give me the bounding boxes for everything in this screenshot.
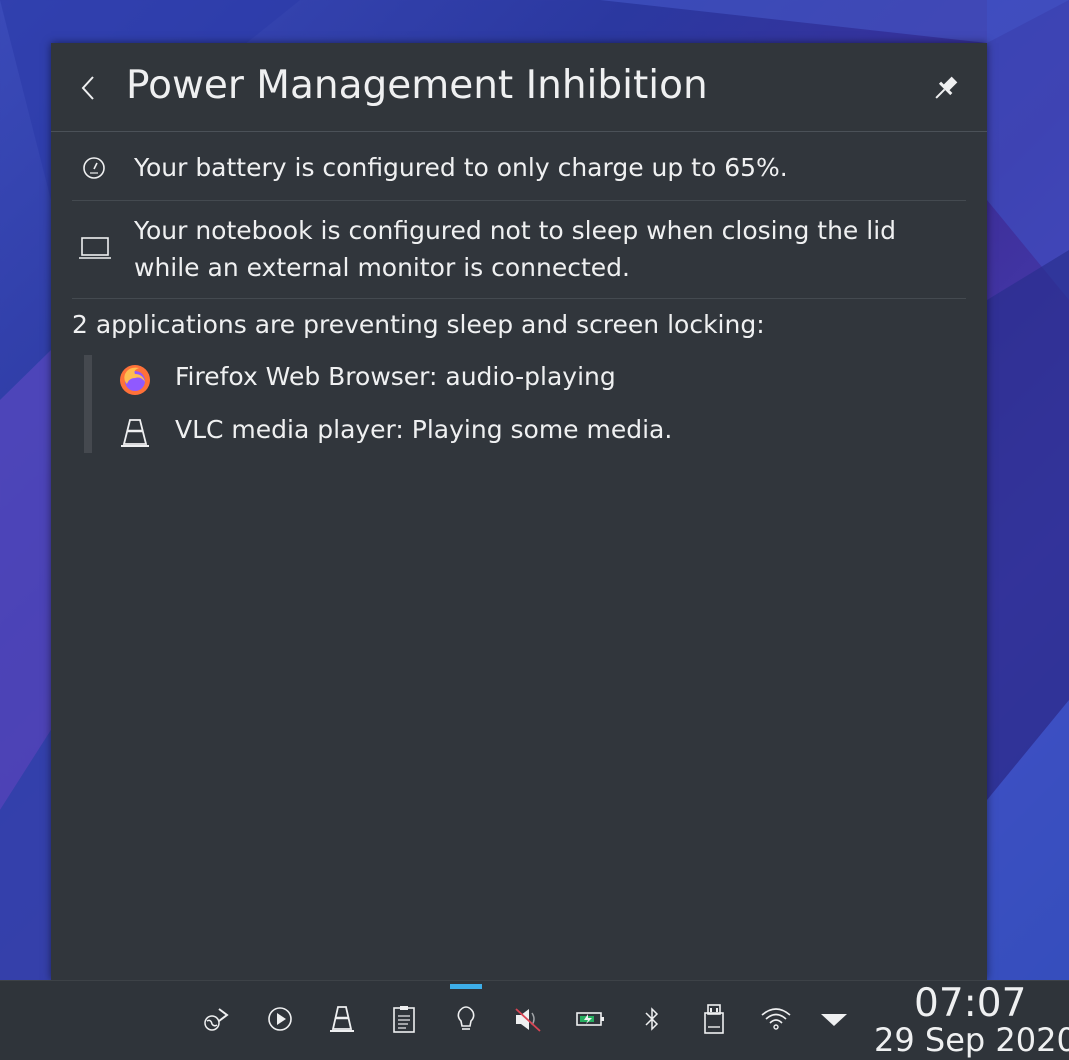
battery-tray[interactable] — [570, 999, 610, 1039]
laptop-icon — [79, 237, 111, 259]
app-label: VLC media player: Playing some media. — [175, 415, 673, 444]
device-notifier-tray[interactable] — [694, 999, 734, 1039]
clock-date[interactable]: 29 Sep 2020 — [874, 1021, 1069, 1059]
lid-closing-notice: Your notebook is configured not to sleep… — [72, 201, 966, 299]
lightbulb-icon — [457, 1006, 475, 1030]
battery-charge-text: Your battery is configured to only charg… — [134, 153, 788, 182]
volume-muted-icon — [515, 1008, 541, 1032]
list-item: Firefox Web Browser: audio-playing — [119, 360, 919, 400]
bluetooth-tray[interactable] — [632, 999, 672, 1039]
pin-icon — [935, 76, 958, 99]
list-item: VLC media player: Playing some media. — [119, 413, 919, 453]
volume-tray[interactable] — [508, 999, 548, 1039]
power-inhibition-popup: Power Management Inhibition Your battery… — [51, 43, 987, 980]
bluetooth-icon — [645, 1007, 659, 1031]
kde-connect-tray[interactable] — [197, 999, 237, 1039]
apps-list-indicator — [84, 355, 92, 453]
inhibiting-apps-heading: 2 applications are preventing sleep and … — [72, 310, 765, 339]
chevron-left-icon — [81, 76, 94, 100]
taskbar: 07:07 29 Sep 2020 — [0, 980, 1069, 1060]
network-tray[interactable] — [756, 999, 796, 1039]
active-indicator — [450, 984, 482, 989]
vlc-tray[interactable] — [322, 999, 362, 1039]
firefox-icon — [120, 365, 150, 395]
back-button[interactable] — [75, 71, 103, 105]
kde-connect-icon — [204, 1008, 229, 1031]
wifi-icon — [761, 1008, 791, 1030]
popup-header: Power Management Inhibition — [51, 43, 987, 132]
media-player-icon — [268, 1007, 292, 1031]
lid-closing-text: Your notebook is configured not to sleep… — [134, 216, 897, 282]
vlc-cone-icon — [121, 419, 149, 447]
expand-arrow-icon — [821, 1014, 847, 1026]
removable-device-icon — [704, 1004, 724, 1034]
clipboard-tray[interactable] — [384, 999, 424, 1039]
gauge-icon — [83, 157, 105, 179]
app-label: Firefox Web Browser: audio-playing — [175, 362, 616, 391]
battery-charge-notice: Your battery is configured to only charg… — [72, 135, 966, 201]
popup-title: Power Management Inhibition — [126, 63, 708, 108]
clipboard-icon — [393, 1006, 415, 1033]
clock-time[interactable]: 07:07 — [914, 981, 1026, 1026]
power-inhibition-tray[interactable] — [446, 999, 486, 1039]
vlc-cone-icon — [330, 1006, 354, 1032]
media-player-tray[interactable] — [260, 999, 300, 1039]
battery-icon — [576, 1012, 604, 1026]
show-hidden-icons-button[interactable] — [814, 999, 854, 1039]
pin-button[interactable] — [931, 73, 961, 103]
